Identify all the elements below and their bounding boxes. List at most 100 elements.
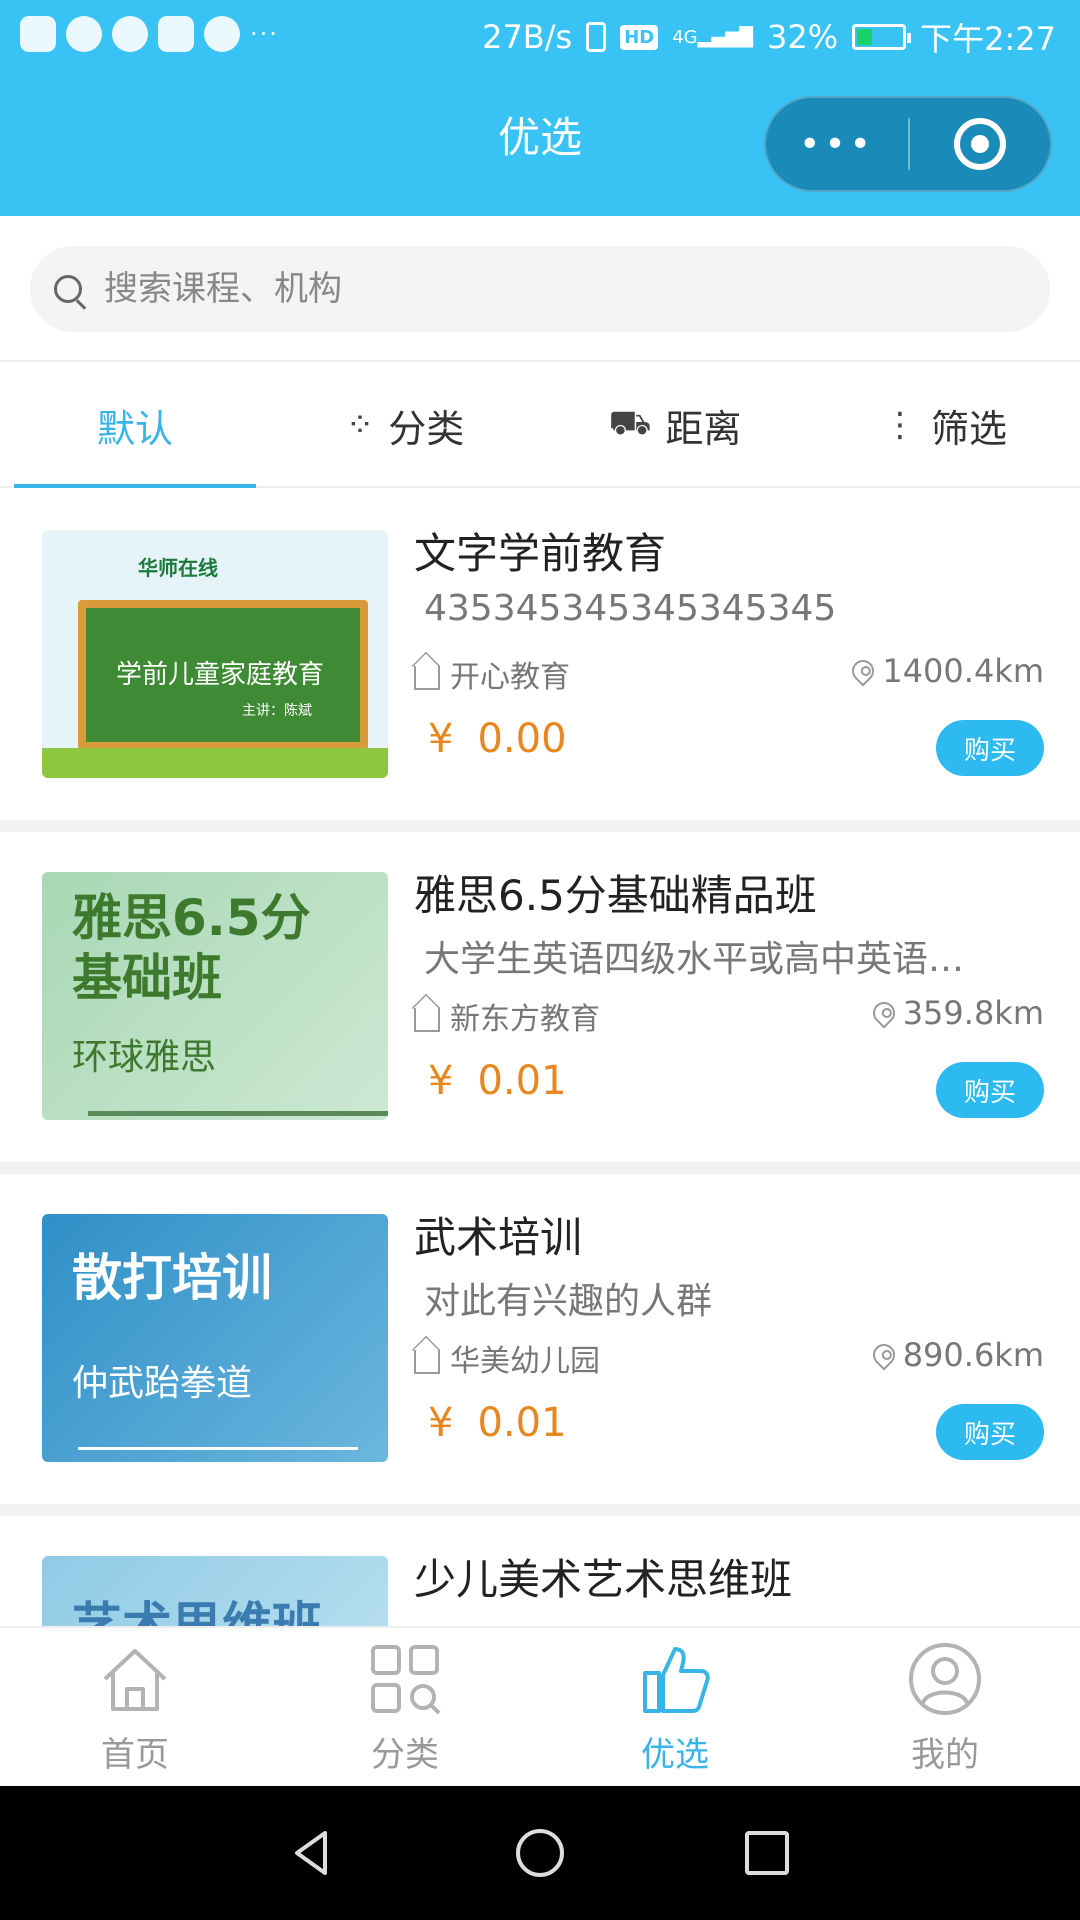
mini-program-capsule: ••• (764, 96, 1052, 192)
status-bar: ··· 27B/s HD 4G▂▄▆█ 32% 下午2:27 (0, 0, 1080, 72)
course-description: 435345345345345345 (424, 588, 837, 629)
course-org: 新东方教育 (414, 994, 600, 1038)
currency-symbol: ¥ (428, 716, 454, 762)
course-thumbnail[interactable]: 散打培训 仲武跆拳道 (42, 1214, 388, 1462)
close-mini-program-button[interactable] (910, 118, 1050, 170)
course-thumbnail[interactable]: 艺术思维班 (42, 1556, 388, 1626)
thumb-title: 散打培训 (72, 1249, 272, 1307)
distance-value: 1400.4km (882, 652, 1044, 690)
course-distance: 1400.4km (847, 652, 1044, 690)
thumb-title: 学前儿童家庭教育 (116, 660, 325, 690)
institution-icon (414, 1350, 440, 1374)
baidu-icon (20, 16, 56, 52)
tab-featured[interactable]: 优选 (540, 1628, 810, 1786)
price-value: 0.01 (477, 1058, 567, 1104)
status-left-icons: ··· (20, 16, 279, 52)
home-button-icon[interactable] (512, 1825, 568, 1881)
battery-icon (852, 24, 912, 50)
bottom-tab-bar: 首页 分类 优选 我的 (0, 1626, 1080, 1786)
thumb-brand: 华师在线 (138, 556, 218, 580)
thumb-subtitle: 环球雅思 (72, 1037, 217, 1078)
app-header: ··· 27B/s HD 4G▂▄▆█ 32% 下午2:27 优选 ••• (0, 0, 1080, 216)
tab-profile[interactable]: 我的 (810, 1628, 1080, 1786)
status-more: ··· (250, 20, 279, 48)
distance-value: 890.6km (902, 1336, 1044, 1374)
tab-filter[interactable]: ⋮ 筛选 (810, 364, 1080, 486)
play-icon (112, 16, 148, 52)
chat-icon (204, 16, 240, 52)
course-thumbnail[interactable]: 雅思6.5分 基础班 环球雅思 (42, 872, 388, 1120)
course-title[interactable]: 少儿美术艺术思维班 (414, 1546, 792, 1607)
thumb-subtitle: 仲武跆拳道 (72, 1363, 253, 1404)
location-pin-icon (868, 1339, 900, 1371)
vertical-dots-icon: ⋮ (882, 405, 917, 445)
course-thumbnail[interactable]: 华师在线 学前儿童家庭教育 主讲：陈斌 (42, 530, 388, 778)
recents-icon[interactable] (739, 1825, 795, 1881)
course-title[interactable]: 武术培训 (414, 1204, 582, 1265)
course-list[interactable]: 华师在线 学前儿童家庭教育 主讲：陈斌 文字学前教育 4353453453453… (0, 490, 1080, 1626)
course-org: 华美幼儿园 (414, 1336, 600, 1380)
search-bar[interactable] (30, 246, 1050, 332)
battery-percent: 32% (767, 18, 839, 56)
location-pin-icon (847, 655, 879, 687)
clock: 下午2:27 (920, 20, 1056, 58)
course-item[interactable]: 华师在线 学前儿童家庭教育 主讲：陈斌 文字学前教育 4353453453453… (0, 490, 1080, 832)
more-options-button[interactable]: ••• (766, 124, 908, 165)
course-description: 对此有兴趣的人群 (424, 1281, 713, 1322)
price-value: 0.00 (477, 716, 567, 762)
thumb-ground (42, 748, 388, 778)
buy-button[interactable]: 购买 (936, 1062, 1044, 1118)
tab-featured-label: 优选 (641, 1734, 709, 1775)
thumb-title: 雅思6.5分 基础班 (72, 888, 311, 1008)
institution-icon (414, 1008, 440, 1032)
network-speed: 27B/s (482, 18, 573, 56)
thumb-subtitle: 主讲：陈斌 (242, 703, 312, 719)
network-type: 4G (672, 26, 698, 48)
course-title[interactable]: 雅思6.5分基础精品班 (414, 862, 817, 923)
thumbs-up-icon (643, 1646, 710, 1713)
org-name: 新东方教育 (450, 1002, 600, 1037)
tab-category[interactable]: ⁘ 分类 (270, 364, 540, 486)
course-distance: 890.6km (868, 1336, 1044, 1374)
thumb-underline (88, 1111, 388, 1116)
buy-button[interactable]: 购买 (936, 720, 1044, 776)
price-value: 0.01 (477, 1400, 567, 1446)
tab-profile-label: 我的 (911, 1734, 979, 1775)
course-item[interactable]: 散打培训 仲武跆拳道 武术培训 对此有兴趣的人群 华美幼儿园 890.6km ¥… (0, 1174, 1080, 1516)
vibrate-icon (586, 22, 607, 52)
target-icon (953, 118, 1006, 170)
signal-icon: 4G▂▄▆█ (672, 26, 753, 48)
category-icon (371, 1644, 441, 1714)
system-navigation-bar (0, 1786, 1080, 1920)
tab-default-label: 默认 (96, 406, 173, 451)
car-icon: ⛟ (608, 402, 652, 443)
course-distance: 359.8km (868, 994, 1044, 1032)
tab-default[interactable]: 默认 (0, 364, 270, 488)
course-description: 大学生英语四级水平或高中英语… (424, 939, 965, 980)
back-icon[interactable] (285, 1825, 341, 1881)
course-price: ¥0.01 (428, 1058, 567, 1104)
tab-home[interactable]: 首页 (0, 1628, 270, 1786)
tab-categories-label: 分类 (371, 1734, 439, 1775)
course-title[interactable]: 文字学前教育 (414, 520, 666, 581)
profile-icon (909, 1642, 981, 1715)
tab-distance[interactable]: ⛟ 距离 (540, 364, 810, 486)
bird-icon (66, 16, 102, 52)
tab-distance-label: 距离 (665, 406, 742, 451)
tab-filter-label: 筛选 (930, 406, 1007, 451)
home-icon (103, 1648, 167, 1711)
camera-icon (158, 16, 194, 52)
thumb-underline (78, 1447, 358, 1450)
search-icon (54, 275, 82, 303)
thumb-title: 艺术思维班 (72, 1597, 322, 1626)
distance-value: 359.8km (902, 994, 1044, 1032)
course-price: ¥0.01 (428, 1400, 567, 1446)
target-dot (970, 135, 989, 153)
tab-categories[interactable]: 分类 (270, 1628, 540, 1786)
buy-button[interactable]: 购买 (936, 1404, 1044, 1460)
battery-fill (857, 29, 872, 45)
org-name: 开心教育 (450, 660, 570, 695)
course-item[interactable]: 艺术思维班 少儿美术艺术思维班 (0, 1516, 1080, 1626)
search-input[interactable] (104, 269, 1004, 309)
course-item[interactable]: 雅思6.5分 基础班 环球雅思 雅思6.5分基础精品班 大学生英语四级水平或高中… (0, 832, 1080, 1174)
